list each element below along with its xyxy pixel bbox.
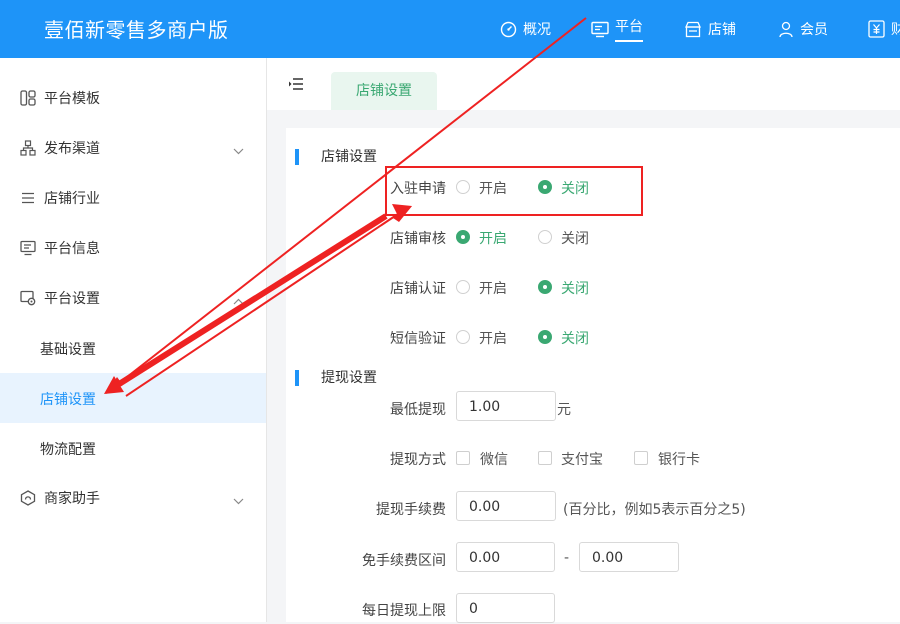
field-label-fee-free-range: 免手续费区间 [362, 553, 446, 569]
assistant-icon [20, 490, 36, 506]
sidebar-item-store-industry[interactable]: 店铺行业 [0, 173, 266, 223]
dashboard-icon [500, 21, 517, 38]
radio-review-open[interactable] [456, 230, 470, 244]
topnav-label: 会员 [800, 22, 828, 38]
withdraw-fee-input[interactable]: 0.00 [456, 491, 556, 521]
tab-store-settings[interactable]: 店铺设置 [331, 72, 437, 110]
option-label: 开启 [479, 281, 507, 297]
sidebar-item-label: 平台模板 [44, 91, 100, 107]
field-label-review: 店铺审核 [390, 231, 446, 247]
sidebar-subitem-store-settings[interactable]: 店铺设置 [0, 373, 266, 423]
topnav-label: 店铺 [708, 22, 736, 38]
info-icon [20, 240, 36, 256]
chevron-down-icon[interactable] [233, 493, 244, 509]
sidebar-item-platform-settings[interactable]: 平台设置 [0, 273, 266, 323]
topnav-item-store[interactable]: 店铺 [684, 0, 736, 58]
field-label-withdraw-fee: 提现手续费 [376, 502, 446, 518]
sidebar-item-label: 发布渠道 [44, 141, 100, 157]
sidebar-item-platform-template[interactable]: 平台模板 [0, 73, 266, 123]
sidebar-subitem-label: 基础设置 [40, 342, 96, 358]
finance-icon [868, 20, 885, 38]
top-bar: 壹佰新零售多商户版 概况 平台 店铺 会员 财 [0, 0, 900, 58]
option-label: 关闭 [561, 331, 589, 347]
template-icon [20, 90, 36, 106]
radio-certify-close[interactable] [538, 280, 552, 294]
fee-free-to-input[interactable]: 0.00 [579, 542, 679, 572]
app-title: 壹佰新零售多商户版 [44, 18, 229, 42]
sidebar-subitem-label: 物流配置 [40, 442, 96, 458]
user-icon [778, 21, 794, 38]
topnav-label: 平台 [615, 16, 643, 42]
topnav-item-platform[interactable]: 平台 [591, 0, 643, 58]
settings-icon [20, 290, 36, 306]
field-label-withdraw-method: 提现方式 [390, 452, 446, 468]
unit-yuan: 元 [557, 402, 571, 418]
fee-hint: (百分比，例如5表示百分之5) [563, 502, 746, 518]
channel-icon [20, 140, 36, 156]
tab-bar: 店铺设置 [267, 58, 900, 110]
checkbox-wechat[interactable] [456, 451, 470, 465]
sidebar-item-platform-info[interactable]: 平台信息 [0, 223, 266, 273]
daily-limit-input[interactable]: 0 [456, 593, 555, 623]
topnav-item-finance[interactable]: 财 [868, 0, 900, 58]
menu-toggle-icon[interactable] [288, 76, 304, 95]
chevron-down-icon[interactable] [233, 143, 244, 159]
field-label-min-withdraw: 最低提现 [390, 402, 446, 418]
checkbox-alipay[interactable] [538, 451, 552, 465]
field-label-sms: 短信验证 [390, 331, 446, 347]
chevron-up-icon[interactable] [233, 293, 244, 309]
radio-review-close[interactable] [538, 230, 552, 244]
sidebar-item-label: 商家助手 [44, 491, 100, 507]
checkbox-bank-card[interactable] [634, 451, 648, 465]
field-label-daily-limit: 每日提现上限 [362, 603, 446, 619]
radio-certify-open[interactable] [456, 280, 470, 294]
annotation-highlight-box [385, 166, 643, 216]
checkbox-label: 银行卡 [658, 452, 700, 468]
sidebar-item-label: 店铺行业 [44, 191, 100, 207]
monitor-icon [591, 21, 609, 38]
sidebar-item-label: 平台信息 [44, 241, 100, 257]
topnav-label: 概况 [523, 22, 551, 38]
section-title-store-settings: 店铺设置 [295, 149, 377, 165]
radio-sms-close[interactable] [538, 330, 552, 344]
min-withdraw-input[interactable]: 1.00 [456, 391, 556, 421]
fee-free-from-input[interactable]: 0.00 [456, 542, 555, 572]
sidebar-subitem-logistics-config[interactable]: 物流配置 [0, 423, 266, 473]
radio-sms-open[interactable] [456, 330, 470, 344]
option-label: 开启 [479, 331, 507, 347]
topnav-label: 财 [891, 22, 900, 38]
list-icon [20, 190, 36, 206]
option-label: 开启 [479, 231, 507, 247]
store-icon [684, 21, 702, 38]
sidebar-subitem-label: 店铺设置 [40, 392, 96, 408]
section-title-withdraw-settings: 提现设置 [295, 370, 377, 386]
sidebar-item-merchant-assistant[interactable]: 商家助手 [0, 473, 266, 523]
sidebar-subitem-basic-settings[interactable]: 基础设置 [0, 323, 266, 373]
field-label-certify: 店铺认证 [390, 281, 446, 297]
sidebar-item-label: 平台设置 [44, 291, 100, 307]
topnav-item-overview[interactable]: 概况 [500, 0, 551, 58]
topnav-item-member[interactable]: 会员 [778, 0, 828, 58]
checkbox-label: 支付宝 [561, 452, 603, 468]
sidebar-item-release-channel[interactable]: 发布渠道 [0, 123, 266, 173]
option-label: 关闭 [561, 281, 589, 297]
checkbox-label: 微信 [480, 452, 508, 468]
option-label: 关闭 [561, 231, 589, 247]
sidebar: 平台模板 发布渠道 店铺行业 平台信息 平台设置 基础设置 店铺设置 物流配置 … [0, 58, 267, 622]
range-separator: - [564, 550, 570, 566]
